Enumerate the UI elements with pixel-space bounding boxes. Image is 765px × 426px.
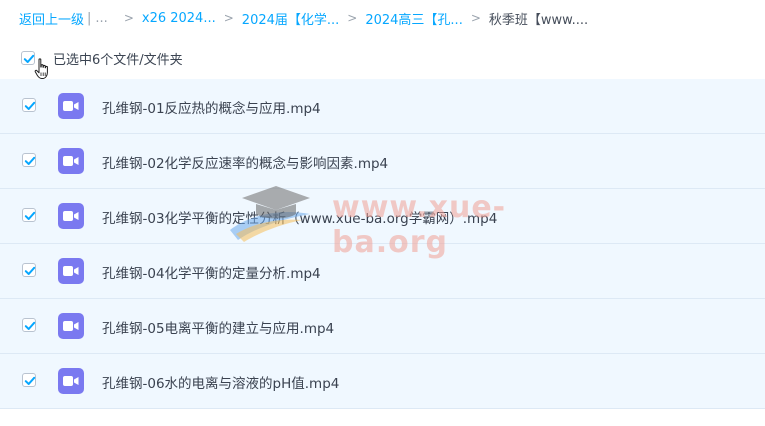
breadcrumb-separator: |	[87, 10, 92, 26]
file-row[interactable]: 孔维钢-04化学平衡的定量分析.mp4	[0, 244, 765, 299]
back-link[interactable]: 返回上一级	[19, 9, 84, 28]
check-icon	[24, 321, 36, 330]
breadcrumb-item[interactable]: 2024高三【孔...	[365, 9, 462, 28]
file-row[interactable]: 孔维钢-02化学反应速率的概念与影响因素.mp4	[0, 134, 765, 189]
breadcrumb-current: 秋季班【www....	[488, 12, 589, 28]
file-checkbox[interactable]	[22, 208, 36, 222]
check-icon	[24, 266, 36, 275]
file-row[interactable]: 孔维钢-01反应热的概念与应用.mp4	[0, 79, 765, 134]
file-checkbox[interactable]	[22, 153, 36, 167]
file-name[interactable]: 孔维钢-04化学平衡的定量分析.mp4	[102, 262, 321, 282]
video-file-icon	[58, 93, 84, 119]
selection-count-label: 已选中6个文件/文件夹	[53, 52, 183, 68]
file-checkbox[interactable]	[22, 98, 36, 112]
file-browser: 返回上一级 | ... > x26 2024... > 2024届【化学... …	[0, 0, 765, 426]
check-icon	[24, 101, 36, 110]
file-row[interactable]: 孔维钢-03化学平衡的定性分析（www.xue-ba.org学霸网）.mp4	[0, 189, 765, 244]
select-all-checkbox[interactable]	[21, 51, 35, 65]
video-file-icon	[58, 258, 84, 284]
video-file-icon	[58, 368, 84, 394]
check-icon	[24, 211, 36, 220]
chevron-right-icon: >	[123, 11, 134, 25]
file-list: 孔维钢-01反应热的概念与应用.mp4 孔维钢-02化学反应速率的概念与影响因素…	[0, 79, 765, 409]
file-checkbox[interactable]	[22, 263, 36, 277]
file-name[interactable]: 孔维钢-06水的电离与溶液的pH值.mp4	[102, 372, 339, 392]
file-checkbox[interactable]	[22, 373, 36, 387]
video-file-icon	[58, 203, 84, 229]
file-name[interactable]: 孔维钢-03化学平衡的定性分析（www.xue-ba.org学霸网）.mp4	[102, 207, 497, 227]
file-name[interactable]: 孔维钢-01反应热的概念与应用.mp4	[102, 97, 321, 117]
video-file-icon	[58, 313, 84, 339]
chevron-right-icon: >	[223, 11, 234, 25]
file-name[interactable]: 孔维钢-05电离平衡的建立与应用.mp4	[102, 317, 334, 337]
video-file-icon	[58, 148, 84, 174]
file-row[interactable]: 孔维钢-05电离平衡的建立与应用.mp4	[0, 299, 765, 354]
chevron-right-icon: >	[470, 11, 481, 25]
hand-pointer-cursor-icon	[34, 58, 48, 79]
breadcrumb-ellipsis[interactable]: ...	[95, 11, 107, 26]
breadcrumb-item[interactable]: 2024届【化学...	[242, 9, 339, 28]
chevron-right-icon: >	[347, 11, 358, 25]
file-row[interactable]: 孔维钢-06水的电离与溶液的pH值.mp4	[0, 354, 765, 409]
check-icon	[24, 376, 36, 385]
breadcrumb: 返回上一级 | ... > x26 2024... > 2024届【化学... …	[19, 8, 588, 28]
file-name[interactable]: 孔维钢-02化学反应速率的概念与影响因素.mp4	[102, 152, 388, 172]
breadcrumb-item[interactable]: x26 2024...	[142, 11, 216, 26]
file-checkbox[interactable]	[22, 318, 36, 332]
check-icon	[24, 156, 36, 165]
